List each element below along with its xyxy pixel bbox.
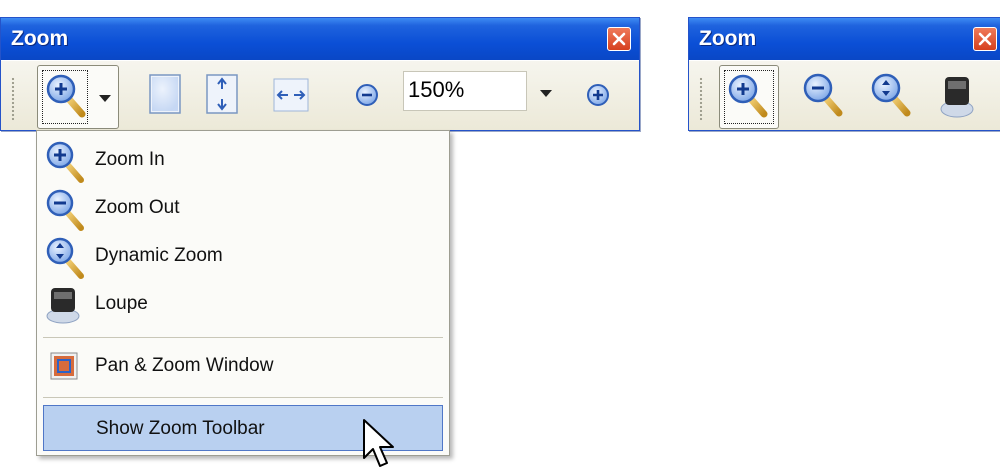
zoom-toolbar-window: Zoom 150% [0,17,640,131]
zoom-in-icon [46,141,84,183]
loupe-tool-icon[interactable] [939,71,979,121]
zoom-tool-dropdown-button[interactable] [37,65,119,129]
menu-separator [43,397,443,398]
zoom-to-page-icon[interactable] [148,73,184,117]
zoom-in-icon [728,74,768,118]
zoom-tool-menu: Zoom In Zoom Out Dynamic Zoom Loupe Pan … [36,130,450,456]
toolbar-grip[interactable] [699,77,703,121]
menu-item-zoom-out[interactable]: Zoom Out [37,185,449,231]
close-button[interactable] [607,27,631,51]
menu-item-label: Show Zoom Toolbar [96,418,265,439]
window-title: Zoom [11,27,69,50]
dynamic-zoom-icon [46,237,84,279]
zoom-to-height-icon[interactable] [205,73,241,117]
zoom-out-icon [46,189,84,231]
zoom-level-field[interactable]: 150% [403,71,527,111]
menu-item-label: Dynamic Zoom [95,245,223,266]
menu-separator [43,337,443,338]
zoom-to-width-icon[interactable] [272,73,312,117]
pan-zoom-window-icon [50,352,78,380]
close-icon [612,32,626,46]
menu-item-label: Zoom In [95,149,165,170]
zoom-out-button-icon[interactable] [354,82,380,108]
title-bar[interactable]: Zoom [1,18,639,60]
menu-item-label: Pan & Zoom Window [95,355,274,376]
menu-item-label: Loupe [95,293,148,314]
zoom-toolbar [689,60,1000,130]
zoom-in-tool-button[interactable] [719,65,779,129]
menu-item-label: Zoom Out [95,197,180,218]
zoom-level-dropdown-icon[interactable] [539,89,553,99]
dynamic-zoom-tool-icon[interactable] [869,71,915,121]
toolbar-grip[interactable] [11,77,15,121]
mouse-cursor-icon [363,419,394,467]
chevron-down-icon [99,95,111,102]
zoom-toolbar-window-compact: Zoom [688,17,1000,131]
zoom-toolbar: 150% [1,60,639,130]
window-title: Zoom [699,27,757,50]
menu-item-dynamic-zoom[interactable]: Dynamic Zoom [37,233,449,279]
menu-item-zoom-in[interactable]: Zoom In [37,137,449,183]
zoom-in-icon [46,74,86,118]
title-bar[interactable]: Zoom [689,18,1000,60]
menu-item-loupe[interactable]: Loupe [37,281,449,327]
zoom-in-button-icon[interactable] [585,82,611,108]
zoom-level-value: 150% [408,77,465,102]
menu-item-pan-zoom-window[interactable]: Pan & Zoom Window [37,343,449,389]
zoom-out-tool-icon[interactable] [801,71,847,121]
loupe-icon [46,288,80,324]
close-icon [978,32,992,46]
close-button[interactable] [973,27,997,51]
